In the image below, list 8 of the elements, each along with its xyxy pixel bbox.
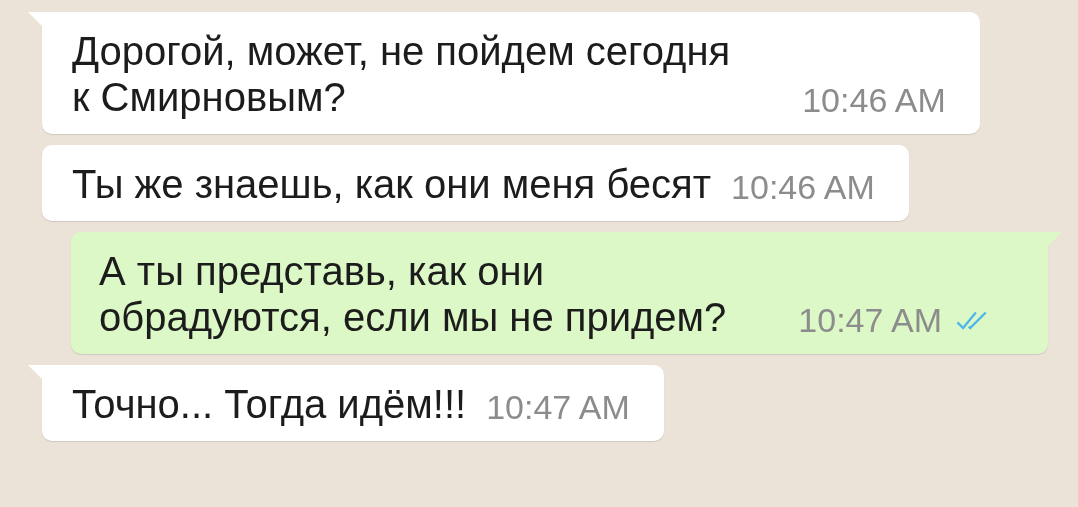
- message-text: Точно... Тогда идём!!!: [72, 381, 467, 427]
- message-text: Дорогой, может, не пойдем сегодня к Смирновым?: [72, 28, 731, 120]
- message-time: 10:46 AM: [802, 81, 946, 120]
- message-time: 10:46 AM: [731, 168, 875, 207]
- message-time: 10:47 AM: [486, 388, 630, 427]
- message-time: 10:47 AM: [798, 301, 942, 340]
- message-text: А ты представь, как они обрадуются, если мы не придем?: [99, 248, 727, 340]
- message-text: Ты же знаешь, как они меня бесят: [72, 161, 712, 207]
